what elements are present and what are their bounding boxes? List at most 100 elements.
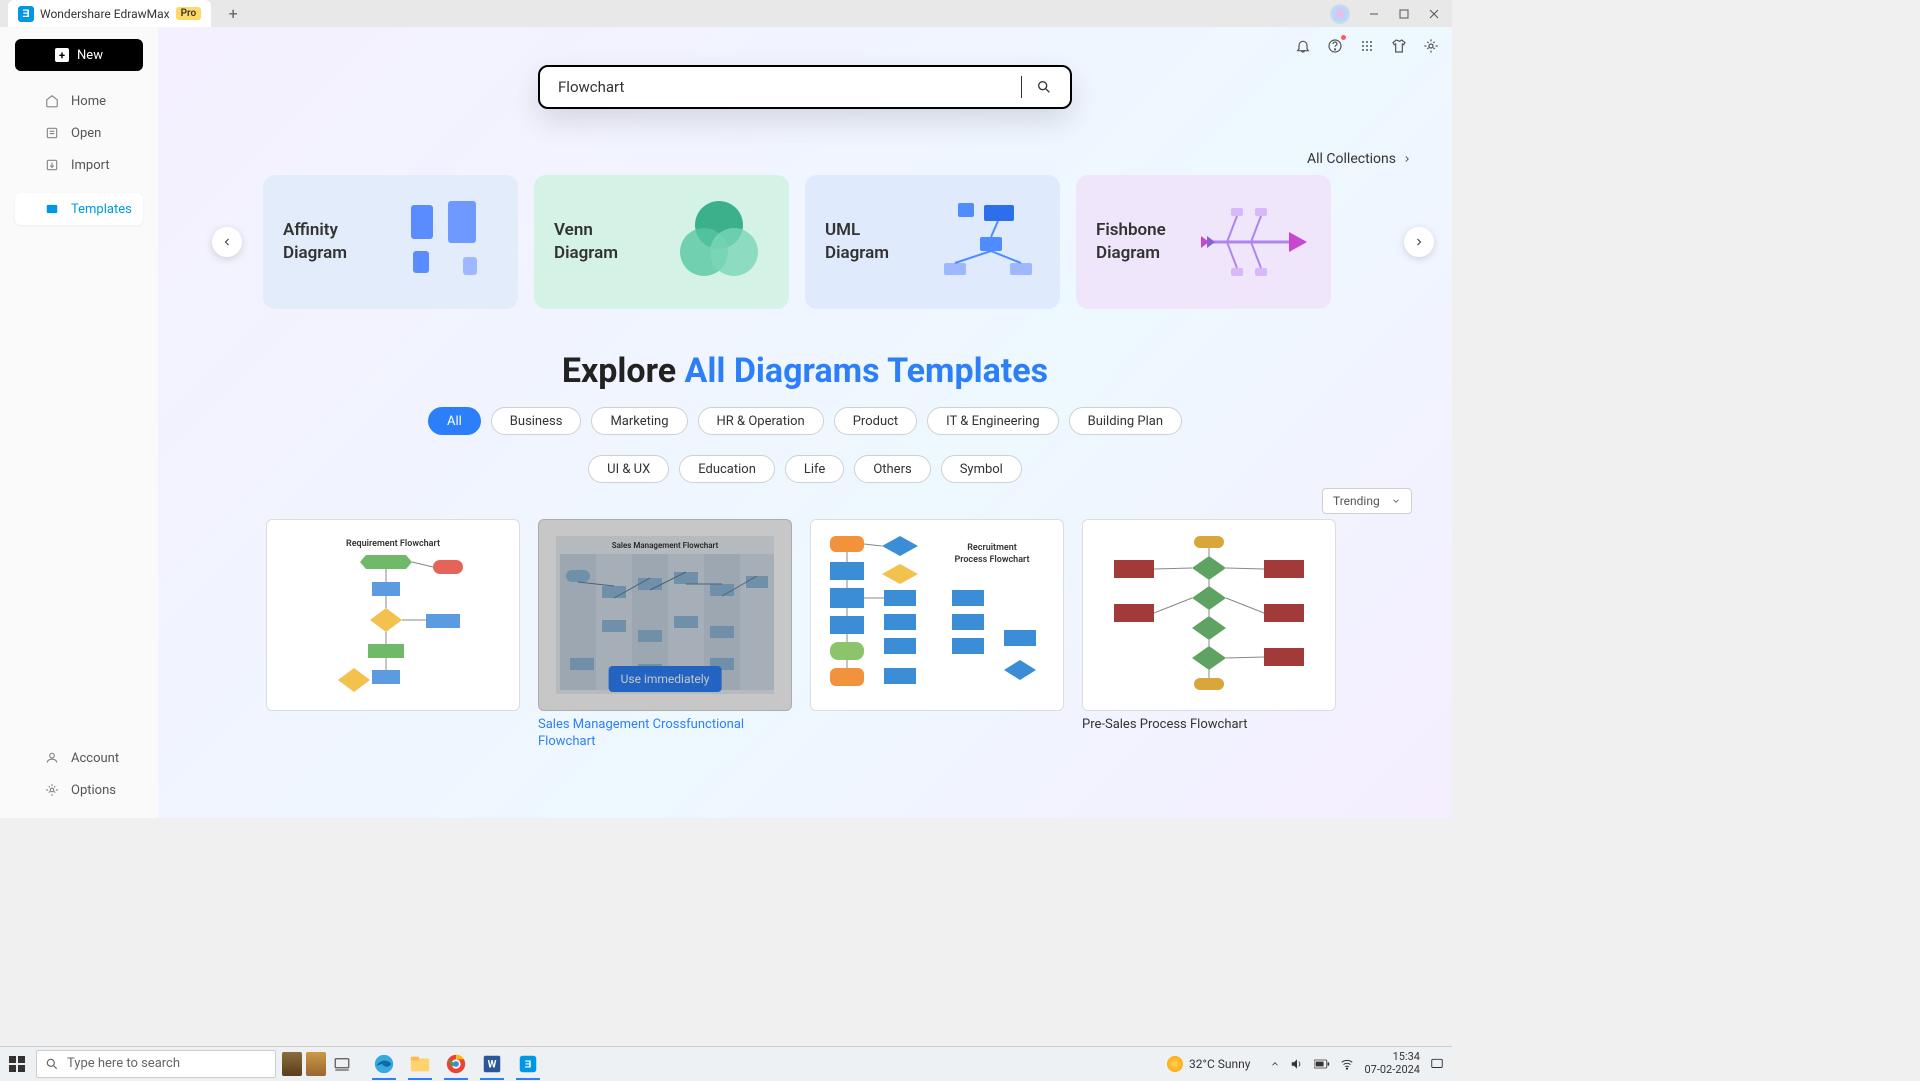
- pill-ui-ux[interactable]: UI & UX: [588, 455, 669, 483]
- carousel-card-fishbone[interactable]: FishboneDiagram: [1076, 175, 1331, 309]
- all-collections-link[interactable]: All Collections: [1307, 151, 1412, 167]
- start-button[interactable]: [0, 1047, 34, 1081]
- user-avatar[interactable]: [1330, 4, 1350, 24]
- sidebar-item-options[interactable]: Options: [15, 774, 143, 806]
- uml-art-icon: [939, 193, 1040, 291]
- pro-badge: Pro: [176, 7, 202, 20]
- new-label: New: [77, 48, 103, 63]
- tray-sound-icon[interactable]: [1290, 1057, 1304, 1071]
- pill-building-plan[interactable]: Building Plan: [1069, 407, 1182, 435]
- svg-text:Recruitment: Recruitment: [967, 543, 1017, 553]
- taskbar-app-chrome[interactable]: [440, 1048, 472, 1080]
- tray-datetime[interactable]: 15:34 07-02-2024: [1364, 1051, 1420, 1075]
- use-immediately-button[interactable]: Use immediately: [609, 666, 722, 692]
- sidebar-item-label: Account: [71, 751, 119, 766]
- search-icon[interactable]: [1036, 79, 1052, 95]
- venn-art-icon: [668, 193, 769, 291]
- sidebar-item-label: Templates: [71, 202, 132, 217]
- tray-battery-icon[interactable]: [1314, 1059, 1330, 1069]
- taskbar-app-word[interactable]: W: [476, 1048, 508, 1080]
- pill-hr-operation[interactable]: HR & Operation: [698, 407, 824, 435]
- sidebar-item-account[interactable]: Account: [15, 742, 143, 774]
- body: + New Home Open Import Templates: [0, 27, 1452, 818]
- close-button[interactable]: [1420, 3, 1448, 25]
- carousel-card-uml[interactable]: UMLDiagram: [805, 175, 1060, 309]
- carousel-prev-button[interactable]: [212, 227, 242, 257]
- templates-icon: [45, 202, 59, 216]
- search-divider: [1021, 76, 1022, 98]
- shirt-icon[interactable]: [1390, 37, 1408, 55]
- search-input[interactable]: [558, 78, 1007, 96]
- weather-widget[interactable]: 32°C Sunny: [1167, 1056, 1250, 1072]
- template-thumb: Sales Management Flowchart Use immediate…: [538, 519, 792, 711]
- system-tray: 32°C Sunny 15:34 07-02-2024: [1167, 1051, 1452, 1075]
- template-card-recruitment[interactable]: Recruitment Process Flowchart: [810, 519, 1064, 751]
- maximize-button[interactable]: [1390, 3, 1418, 25]
- card-label: Affinity: [283, 220, 338, 240]
- taskbar-app-edrawmax[interactable]: Ǝ: [512, 1048, 544, 1080]
- weather-text: 32°C Sunny: [1189, 1057, 1250, 1071]
- new-tab-button[interactable]: +: [219, 4, 247, 24]
- bell-icon[interactable]: [1294, 37, 1312, 55]
- search-box[interactable]: [538, 65, 1072, 109]
- template-thumb: Requirement Flowchart: [266, 519, 520, 711]
- app-logo-icon: Ǝ: [18, 6, 34, 22]
- pill-all[interactable]: All: [428, 407, 481, 435]
- svg-text:Process Flowchart: Process Flowchart: [954, 555, 1029, 565]
- pill-others[interactable]: Others: [854, 455, 930, 483]
- sort-dropdown[interactable]: Trending: [1322, 488, 1412, 514]
- carousel-card-affinity[interactable]: AffinityDiagram: [263, 175, 518, 309]
- template-thumb: [1082, 519, 1336, 711]
- template-card-sales-management[interactable]: Sales Management Flowchart Use immediate…: [538, 519, 792, 751]
- svg-text:Requirement Flowchart: Requirement Flowchart: [346, 539, 440, 549]
- taskbar-app-explorer[interactable]: [404, 1048, 436, 1080]
- help-icon[interactable]: [1326, 37, 1344, 55]
- taskbar-app-edge[interactable]: [368, 1048, 400, 1080]
- apps-icon[interactable]: [1358, 37, 1376, 55]
- template-title: Sales Management Crossfunctional Flowcha…: [538, 717, 792, 751]
- sidebar-item-import[interactable]: Import: [15, 149, 143, 181]
- category-pills: All Business Marketing HR & Operation Pr…: [158, 407, 1452, 483]
- carousel-card-venn[interactable]: VennDiagram: [534, 175, 789, 309]
- file-icon: [45, 126, 59, 140]
- page-heading: Explore All Diagrams Templates: [158, 351, 1452, 391]
- tray-wifi-icon[interactable]: [1340, 1057, 1354, 1071]
- taskbar-highlights[interactable]: [282, 1050, 326, 1078]
- settings-icon[interactable]: [1422, 37, 1440, 55]
- template-card-requirement[interactable]: Requirement Flowchart: [266, 519, 520, 751]
- tray-chevron-icon[interactable]: [1270, 1059, 1280, 1069]
- template-title: Pre-Sales Process Flowchart: [1082, 717, 1336, 734]
- sidebar-item-label: Home: [71, 94, 106, 109]
- sidebar: + New Home Open Import Templates: [0, 27, 158, 818]
- carousel: AffinityDiagram VennDiagram UMLDiagram F…: [158, 175, 1452, 309]
- pill-marketing[interactable]: Marketing: [591, 407, 687, 435]
- taskbar-apps: W Ǝ: [368, 1048, 544, 1080]
- pill-symbol[interactable]: Symbol: [941, 455, 1022, 483]
- pill-business[interactable]: Business: [491, 407, 582, 435]
- tray-notifications-icon[interactable]: [1430, 1057, 1444, 1071]
- main-panel: All Collections AffinityDiagram VennDiag…: [158, 27, 1452, 818]
- template-card-presales[interactable]: Pre-Sales Process Flowchart: [1082, 519, 1336, 751]
- sidebar-item-home[interactable]: Home: [15, 85, 143, 117]
- pill-product[interactable]: Product: [834, 407, 917, 435]
- minimize-button[interactable]: [1360, 3, 1388, 25]
- all-collections-label: All Collections: [1307, 151, 1396, 167]
- pill-it-engineering[interactable]: IT & Engineering: [927, 407, 1058, 435]
- carousel-next-button[interactable]: [1404, 227, 1434, 257]
- task-view-button[interactable]: [326, 1048, 358, 1080]
- search-icon: [45, 1057, 59, 1071]
- pill-life[interactable]: Life: [785, 455, 844, 483]
- svg-text:Ǝ: Ǝ: [525, 1059, 532, 1070]
- tray-time: 15:34: [1393, 1051, 1420, 1063]
- template-grid: Requirement Flowchart: [266, 519, 1412, 751]
- new-button[interactable]: + New: [15, 39, 143, 71]
- sidebar-item-templates[interactable]: Templates: [15, 193, 143, 225]
- taskbar-search-placeholder: Type here to search: [67, 1056, 180, 1071]
- taskbar-search[interactable]: Type here to search: [36, 1050, 276, 1078]
- template-thumb: Recruitment Process Flowchart: [810, 519, 1064, 711]
- sun-icon: [1167, 1056, 1183, 1072]
- app-tab[interactable]: Ǝ Wondershare EdrawMax Pro: [8, 0, 211, 27]
- pill-education[interactable]: Education: [679, 455, 775, 483]
- sidebar-item-open[interactable]: Open: [15, 117, 143, 149]
- svg-text:Sales Management Flowchart: Sales Management Flowchart: [612, 541, 719, 550]
